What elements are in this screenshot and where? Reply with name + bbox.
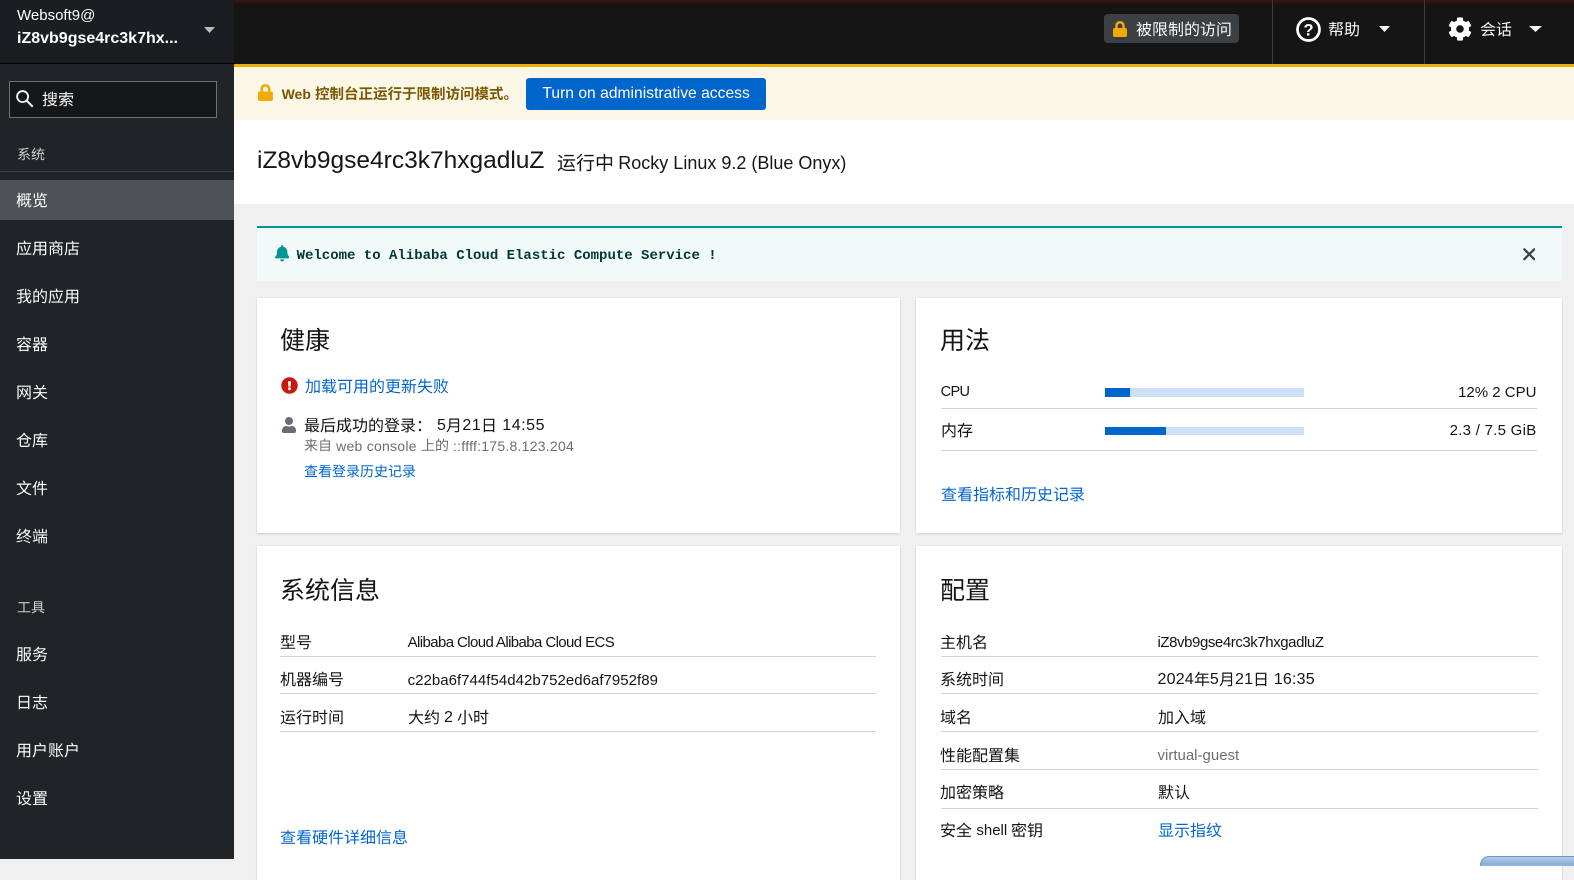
svg-text:?: ? [1303, 21, 1313, 39]
